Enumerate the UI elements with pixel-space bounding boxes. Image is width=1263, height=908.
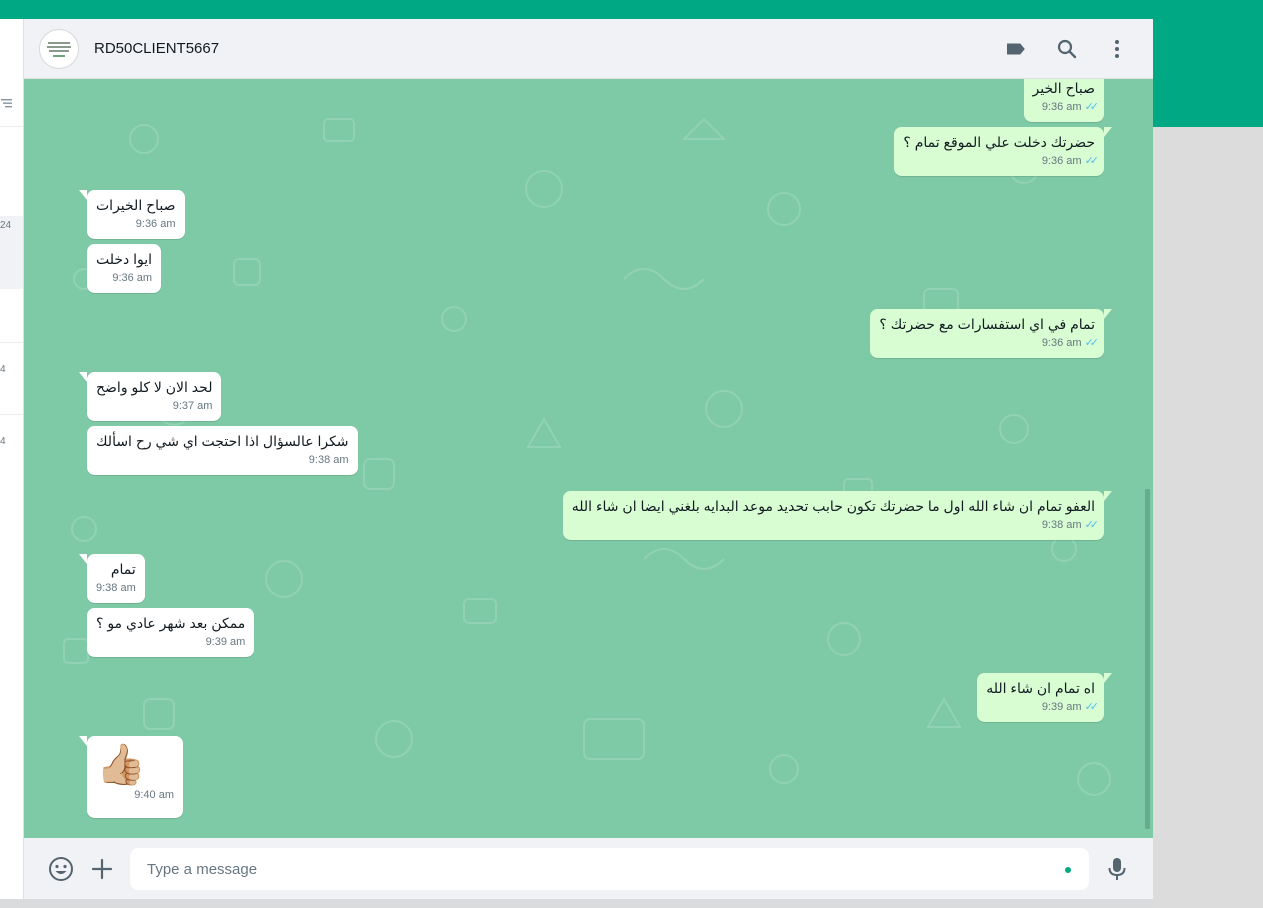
double-check-icon: ✓✓ <box>1084 701 1100 713</box>
message-time: 9:36 am <box>1041 155 1082 167</box>
message-time: 9:39 am <box>1041 701 1082 713</box>
bubble-tail <box>1104 491 1112 501</box>
incoming-message[interactable]: تمام 9:38 am <box>79 554 145 603</box>
input-status-dot <box>1065 867 1071 873</box>
outgoing-message[interactable]: العفو تمام ان شاء الله اول ما حضرتك تكون… <box>562 491 1112 540</box>
double-check-icon: ✓✓ <box>1084 519 1100 531</box>
message-meta: 9:38 am ✓✓ <box>572 518 1100 532</box>
bottom-strip <box>0 899 1153 908</box>
outgoing-message[interactable]: تمام في اي استفسارات مع حضرتك ؟ 9:36 am ✓… <box>870 309 1112 358</box>
thumbs-up-emoji: 👍🏼 <box>96 742 146 788</box>
bubble-tail <box>1104 673 1112 683</box>
message-time: 9:40 am <box>134 789 174 801</box>
avatar[interactable] <box>39 29 79 69</box>
message-meta: 9:36 am ✓✓ <box>1033 100 1100 114</box>
bubble-tail <box>79 372 87 382</box>
message-time: 9:36 am <box>1041 337 1082 349</box>
list-divider <box>0 126 23 127</box>
message-text: حضرتك دخلت علي الموقع تمام ؟ <box>903 134 1095 150</box>
message-text: العفو تمام ان شاء الله اول ما حضرتك تكون… <box>571 498 1095 514</box>
label-icon[interactable] <box>1004 37 1028 61</box>
scrollbar[interactable] <box>1145 489 1150 829</box>
incoming-message[interactable]: صباح الخيرات 9:36 am <box>79 190 185 239</box>
message-time: 9:38 am <box>96 582 136 594</box>
message-time: 9:38 am <box>1041 519 1082 531</box>
double-check-icon: ✓✓ <box>1084 101 1100 113</box>
filter-icon[interactable] <box>0 97 12 109</box>
incoming-message[interactable]: ايوا دخلت 9:36 am <box>87 244 162 293</box>
list-divider <box>0 414 23 415</box>
message-meta: 9:36 am ✓✓ <box>879 336 1100 350</box>
message-list[interactable]: صباح الخير 9:36 am ✓✓ حضرتك دخلت علي المو… <box>24 79 1153 838</box>
menu-icon[interactable] <box>1105 37 1129 61</box>
message-text: صباح الخيرات <box>96 197 176 213</box>
message-text: تمام <box>110 561 136 577</box>
outgoing-message[interactable]: حضرتك دخلت علي الموقع تمام ؟ 9:36 am ✓✓ <box>894 127 1112 176</box>
incoming-message[interactable]: لحد الان لا كلو واضح 9:37 am <box>79 372 222 421</box>
message-composer <box>24 838 1153 899</box>
conversation-header[interactable]: RD50CLIENT5667 <box>24 19 1153 79</box>
emoji-icon[interactable] <box>47 855 75 883</box>
incoming-message[interactable]: ممكن بعد شهر عادي مو ؟ 9:39 am <box>87 608 255 657</box>
microphone-icon[interactable] <box>1103 855 1131 883</box>
bubble-tail <box>1104 309 1112 319</box>
message-time: 9:36 am <box>135 218 176 230</box>
incoming-message[interactable]: 👍🏼 9:40 am <box>79 736 183 818</box>
contact-name[interactable]: RD50CLIENT5667 <box>94 40 219 57</box>
message-text: ايوا دخلت <box>96 251 153 267</box>
bubble-tail <box>79 190 87 200</box>
message-meta: 9:39 am ✓✓ <box>986 700 1100 714</box>
chat-list-time: 4 <box>0 436 6 447</box>
right-background <box>1153 127 1263 908</box>
message-time: 9:36 am <box>112 272 153 284</box>
bubble-tail <box>79 736 87 746</box>
search-icon[interactable] <box>1055 37 1079 61</box>
message-input[interactable] <box>130 848 1089 890</box>
chat-list-time: 4 <box>0 364 6 375</box>
chat-list-time: 24 <box>0 220 12 231</box>
message-time: 9:38 am <box>308 454 349 466</box>
outgoing-message[interactable]: صباح الخير 9:36 am ✓✓ <box>1023 79 1104 122</box>
attach-plus-icon[interactable] <box>88 855 116 883</box>
bubble-tail <box>1104 127 1112 137</box>
message-meta: 9:36 am ✓✓ <box>903 154 1100 168</box>
incoming-message[interactable]: شكرا عالسؤال اذا احتجت اي شي رح اسألك 9:… <box>87 426 358 475</box>
message-text: تمام في اي استفسارات مع حضرتك ؟ <box>879 316 1095 332</box>
message-text: صباح الخير <box>1032 80 1095 96</box>
message-time: 9:36 am <box>1041 101 1082 113</box>
double-check-icon: ✓✓ <box>1084 337 1100 349</box>
conversation-panel: RD50CLIENT5667 صباح الخير 9:36 am ✓✓ حضر… <box>24 19 1153 899</box>
message-text: ممكن بعد شهر عادي مو ؟ <box>96 615 246 631</box>
message-time: 9:37 am <box>172 400 213 412</box>
message-text: اه تمام ان شاء الله <box>986 680 1095 696</box>
message-text: شكرا عالسؤال اذا احتجت اي شي رح اسألك <box>96 433 349 449</box>
list-divider <box>0 342 23 343</box>
double-check-icon: ✓✓ <box>1084 155 1100 167</box>
message-text: لحد الان لا كلو واضح <box>96 379 213 395</box>
chat-list-edge: 24 4 4 <box>0 19 24 899</box>
message-time: 9:39 am <box>205 636 246 648</box>
outgoing-message[interactable]: اه تمام ان شاء الله 9:39 am ✓✓ <box>977 673 1112 722</box>
bubble-tail <box>79 554 87 564</box>
